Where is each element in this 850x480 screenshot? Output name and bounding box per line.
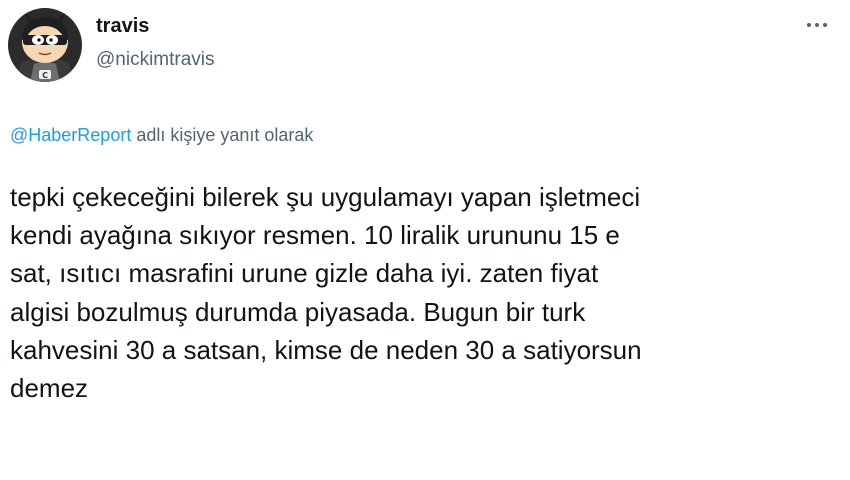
avatar[interactable]: C	[8, 8, 82, 82]
reply-mention-link[interactable]: @HaberReport	[10, 125, 131, 145]
author-info: travis @nickimtravis	[96, 14, 215, 72]
more-options-icon	[807, 23, 811, 27]
svg-text:C: C	[42, 71, 48, 80]
south-park-avatar-icon: C	[8, 8, 82, 82]
username-handle[interactable]: @nickimtravis	[96, 48, 215, 72]
tweet: C travis @nickimtravis @HaberReport adlı…	[0, 0, 850, 480]
more-options-button[interactable]	[802, 12, 832, 38]
reply-context-label: adlı kişiye yanıt olarak	[131, 125, 314, 145]
display-name[interactable]: travis	[96, 14, 215, 38]
reply-context: @HaberReport adlı kişiye yanıt olarak	[10, 123, 313, 147]
tweet-text: tepki çekeceğini bilerek şu uygulamayı y…	[10, 182, 642, 404]
